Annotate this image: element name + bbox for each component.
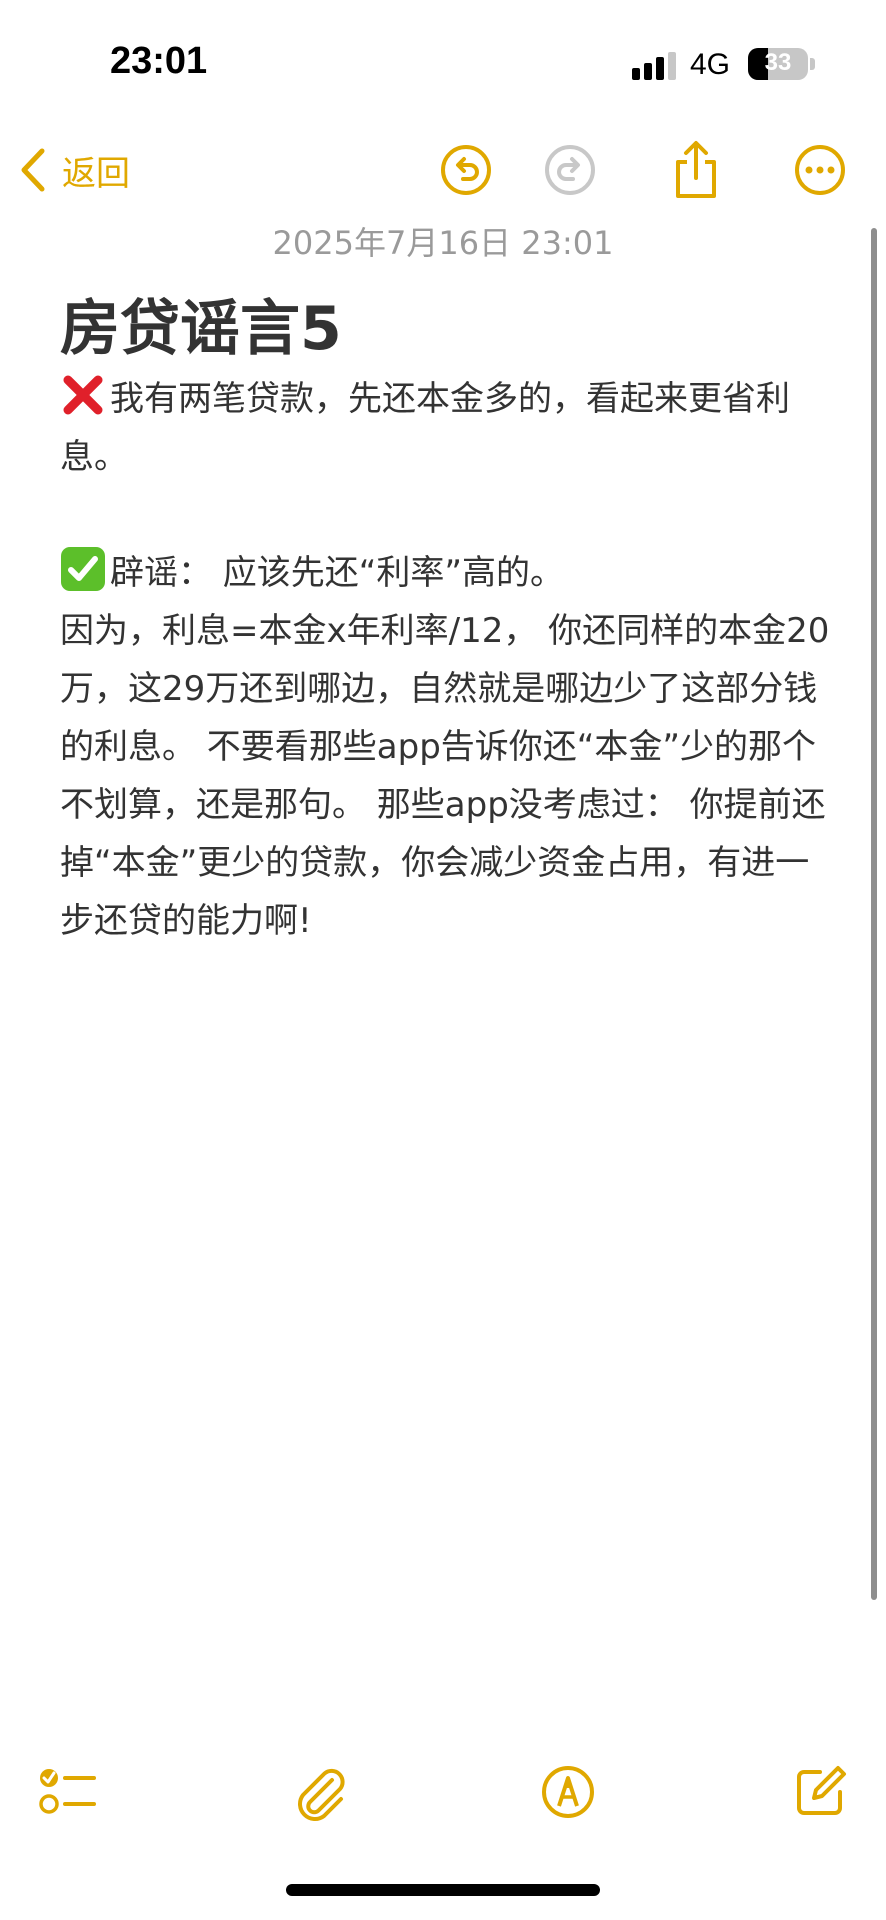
note-body[interactable]: 我有两笔贷款，先还本金多的，看起来更省利息。 辟谣： 应该先还“利率”高的。 因… <box>60 370 830 950</box>
check-mark-icon <box>61 547 105 591</box>
status-time: 23:01 <box>110 40 208 82</box>
note-date: 2025年7月16日 23:01 <box>272 224 614 262</box>
ellipsis-circle-icon <box>795 145 845 195</box>
battery-tip <box>810 58 815 70</box>
undo-icon <box>441 145 491 195</box>
explanation-text: 因为，利息=本金x年利率/12， 你还同样的本金20万，这29万还到哪边，自然就… <box>60 611 830 941</box>
battery-icon: 33 <box>748 48 808 80</box>
checklist-icon <box>39 1769 96 1814</box>
back-button[interactable]: 返回 <box>18 140 130 200</box>
rumor-text: 我有两笔贷款，先还本金多的，看起来更省利息。 <box>60 379 790 477</box>
checklist-button[interactable] <box>36 1760 100 1824</box>
bottom-toolbar <box>0 1750 886 1830</box>
markup-button[interactable] <box>536 1760 600 1824</box>
back-label: 返回 <box>62 153 130 194</box>
home-indicator[interactable] <box>286 1884 600 1896</box>
note-toolbar: 返回 <box>0 130 886 210</box>
cross-mark-icon <box>63 375 103 415</box>
cellular-signal-icon <box>632 52 676 80</box>
share-icon <box>676 141 716 198</box>
paperclip-icon <box>298 1768 345 1821</box>
note-paragraph-explanation: 因为，利息=本金x年利率/12， 你还同样的本金20万，这29万还到哪边，自然就… <box>60 602 830 950</box>
compose-icon <box>797 1766 846 1815</box>
share-button[interactable] <box>664 138 728 202</box>
note-title[interactable]: 房贷谣言5 <box>60 280 342 367</box>
more-button[interactable] <box>788 138 852 202</box>
undo-button[interactable] <box>434 138 498 202</box>
battery-level: 33 <box>764 49 792 76</box>
redo-icon <box>545 145 595 195</box>
debunk-text: 辟谣： 应该先还“利率”高的。 <box>110 553 565 593</box>
network-type: 4G <box>690 48 731 81</box>
chevron-left-icon <box>21 148 45 192</box>
note-paragraph-debunk: 辟谣： 应该先还“利率”高的。 <box>60 544 830 602</box>
scroll-indicator[interactable] <box>871 228 877 1600</box>
attachment-button[interactable] <box>290 1760 354 1824</box>
redo-button[interactable] <box>538 138 602 202</box>
compose-button[interactable] <box>788 1760 852 1824</box>
status-bar: 23:01 4G 33 <box>0 0 886 120</box>
markup-pen-icon <box>542 1766 594 1818</box>
note-paragraph-rumor: 我有两笔贷款，先还本金多的，看起来更省利息。 <box>60 370 830 486</box>
